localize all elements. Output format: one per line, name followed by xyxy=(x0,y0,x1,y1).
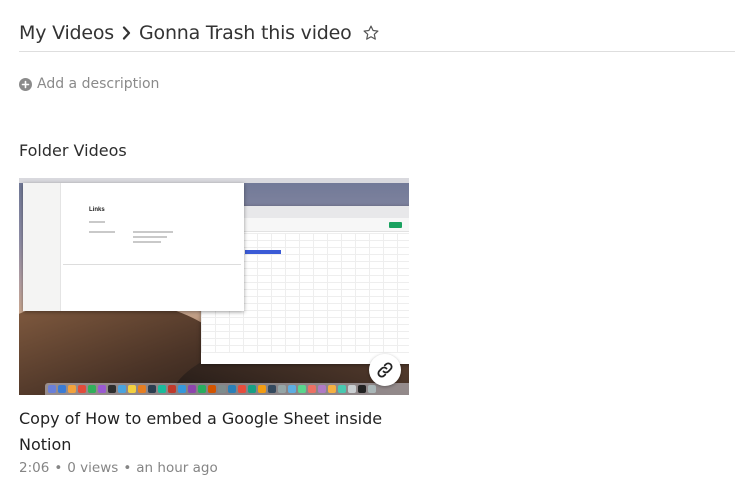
thumbnail-notion-window: Links xyxy=(23,183,244,311)
meta-separator: • xyxy=(54,460,63,476)
section-title: Folder Videos xyxy=(19,141,127,160)
video-views: 0 views xyxy=(67,460,119,476)
thumbnail-heading: Links xyxy=(89,207,105,213)
thumbnail-dock xyxy=(45,383,409,395)
page-title: Gonna Trash this video xyxy=(139,21,352,44)
video-meta: 2:06 • 0 views • an hour ago xyxy=(19,460,218,476)
video-time-ago: an hour ago xyxy=(136,460,218,476)
chevron-right-icon xyxy=(122,25,131,40)
plus-circle-icon xyxy=(19,77,32,91)
star-icon[interactable] xyxy=(362,24,380,42)
add-description-button[interactable]: Add a description xyxy=(19,76,159,92)
add-description-label: Add a description xyxy=(37,76,160,92)
video-thumbnail[interactable]: Links xyxy=(19,178,409,395)
video-title-link[interactable]: Copy of How to embed a Google Sheet insi… xyxy=(19,406,389,458)
video-duration: 2:06 xyxy=(19,460,50,476)
breadcrumb-my-videos-link[interactable]: My Videos xyxy=(19,22,114,44)
breadcrumb: My Videos Gonna Trash this video xyxy=(19,14,735,52)
copy-link-button[interactable] xyxy=(369,354,401,386)
link-icon xyxy=(376,361,394,379)
meta-separator: • xyxy=(123,460,132,476)
